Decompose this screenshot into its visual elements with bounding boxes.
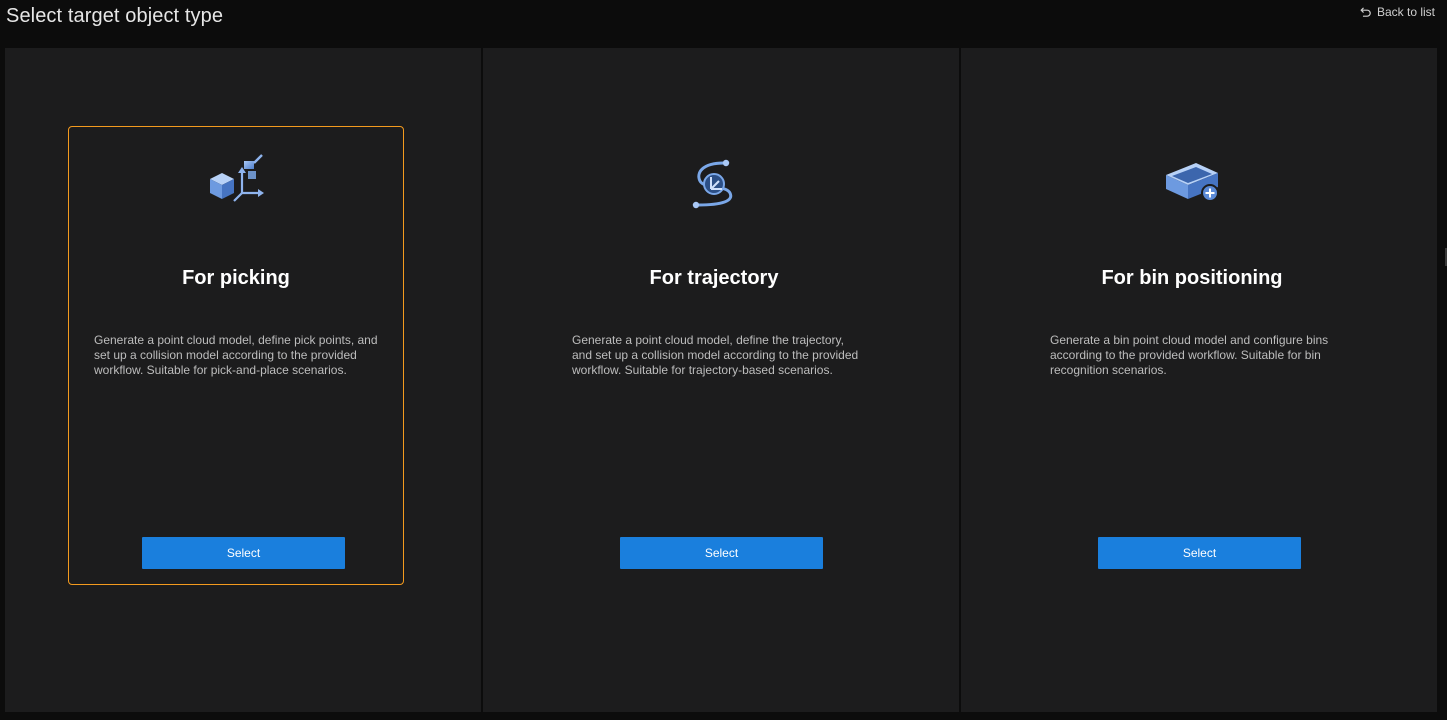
card-description: Generate a point cloud model, define pic… bbox=[94, 333, 378, 377]
card-title: For picking bbox=[182, 267, 290, 289]
card-title: For bin positioning bbox=[1101, 267, 1283, 289]
card-description: Generate a point cloud model, define the… bbox=[572, 333, 859, 377]
back-to-list-label: Back to list bbox=[1376, 5, 1435, 19]
back-to-list-link[interactable]: Back to list bbox=[1360, 5, 1435, 19]
header: Select target object type Back to list bbox=[0, 0, 1447, 40]
card-description: Generate a bin point cloud model and con… bbox=[1050, 333, 1329, 377]
card-picking[interactable]: For picking Generate a point cloud model… bbox=[68, 126, 404, 585]
panel-bin-positioning: For bin positioning Generate a bin point… bbox=[961, 48, 1437, 712]
select-picking-button[interactable]: Select bbox=[142, 537, 345, 569]
card-bin-positioning[interactable]: For bin positioning Generate a bin point… bbox=[1024, 126, 1360, 585]
select-bin-positioning-button[interactable]: Select bbox=[1098, 537, 1301, 569]
picking-cube-axes-icon bbox=[204, 151, 268, 215]
bin-add-icon bbox=[1160, 151, 1224, 215]
panel-trajectory: For trajectory Generate a point cloud mo… bbox=[483, 48, 959, 712]
panel-picking: For picking Generate a point cloud model… bbox=[5, 48, 481, 712]
card-title: For trajectory bbox=[649, 267, 779, 289]
undo-arrow-icon bbox=[1360, 6, 1372, 18]
page-title: Select target object type bbox=[6, 5, 224, 27]
trajectory-path-icon bbox=[682, 151, 746, 215]
card-trajectory[interactable]: For trajectory Generate a point cloud mo… bbox=[546, 126, 882, 585]
object-type-panels: For picking Generate a point cloud model… bbox=[5, 48, 1437, 712]
select-trajectory-button[interactable]: Select bbox=[620, 537, 823, 569]
page: Select target object type Back to list F… bbox=[0, 0, 1447, 720]
